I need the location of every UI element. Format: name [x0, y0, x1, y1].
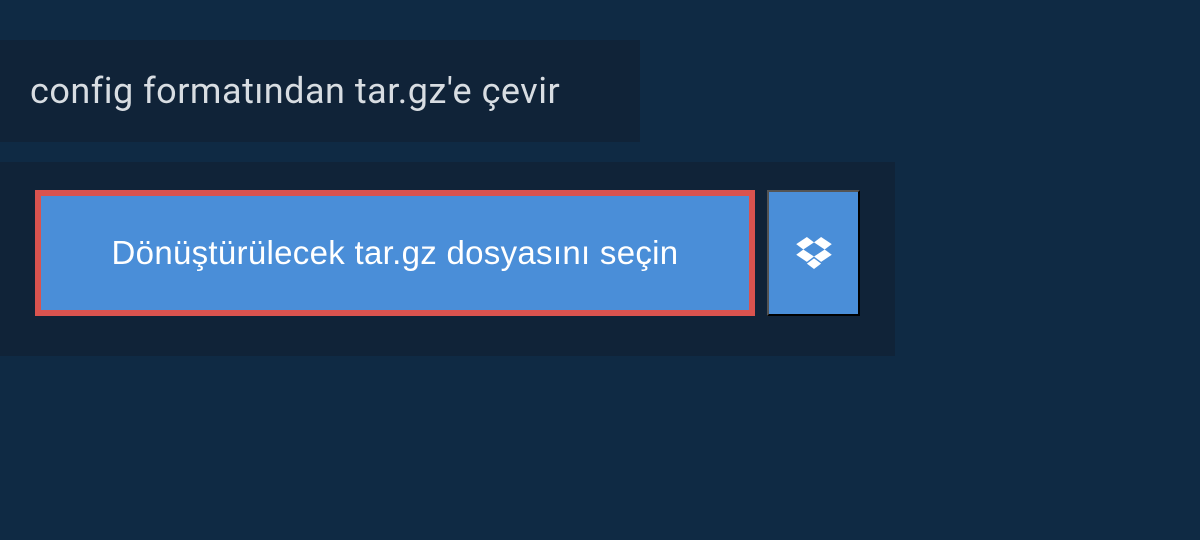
content-panel: Dönüştürülecek tar.gz dosyasını seçin — [0, 162, 895, 356]
select-file-button[interactable]: Dönüştürülecek tar.gz dosyasını seçin — [35, 190, 755, 316]
page-title: config formatından tar.gz'e çevir — [30, 70, 610, 112]
dropbox-icon — [796, 237, 832, 269]
header-bar: config formatından tar.gz'e çevir — [0, 40, 640, 142]
button-row: Dönüştürülecek tar.gz dosyasını seçin — [35, 190, 860, 316]
dropbox-button[interactable] — [767, 190, 860, 316]
